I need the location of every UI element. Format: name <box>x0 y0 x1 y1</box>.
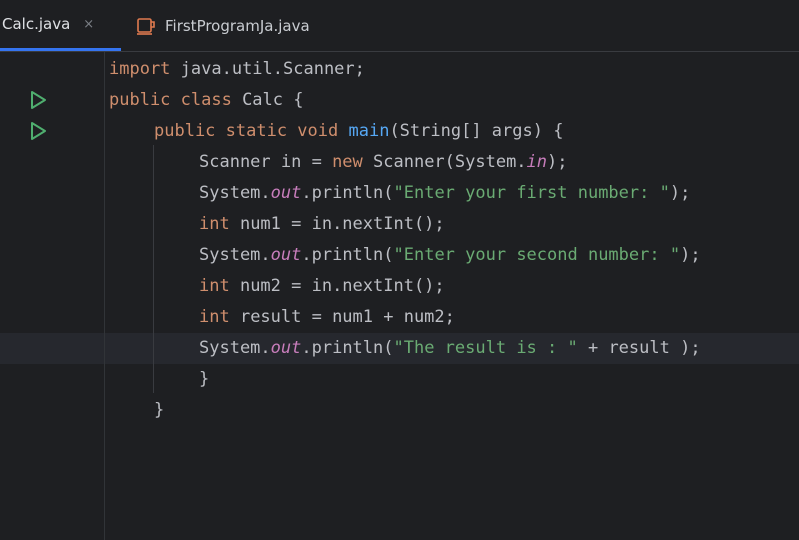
code-text: ); <box>669 183 691 203</box>
gutter-separator <box>104 52 105 540</box>
code-text: System. <box>199 338 271 358</box>
code-line[interactable]: System.out.println("The result is : " + … <box>199 333 701 364</box>
code-line[interactable]: } <box>154 395 164 426</box>
keyword: public class <box>109 90 232 110</box>
tab-first-program-java[interactable]: FirstProgramJa.java <box>137 0 357 51</box>
code-text: ); <box>680 245 701 265</box>
code-text: ); <box>547 152 568 172</box>
code-text: java.util.Scanner; <box>170 59 365 79</box>
static-field: out <box>270 245 302 265</box>
code-line[interactable]: import java.util.Scanner; <box>109 54 365 85</box>
code-line[interactable]: System.out.println("Enter your first num… <box>199 178 690 209</box>
code-text: System. <box>199 245 271 265</box>
code-text: (String[] args) { <box>389 121 564 141</box>
tab-label: Calc.java <box>2 15 71 33</box>
keyword: new <box>332 152 363 172</box>
code-line[interactable]: public static void main(String[] args) { <box>154 116 563 147</box>
java-cup-icon <box>137 17 155 35</box>
static-field: out <box>270 338 302 358</box>
run-icon[interactable] <box>28 121 48 141</box>
code-text: System. <box>199 183 271 203</box>
code-line[interactable]: int result = num1 + num2; <box>199 302 455 333</box>
code-line[interactable]: public class Calc { <box>109 85 303 116</box>
code-line[interactable]: System.out.println("Enter your second nu… <box>199 240 701 271</box>
method-name: main <box>348 121 390 141</box>
tab-calc-java[interactable]: Calc.java × <box>0 0 121 51</box>
code-line[interactable]: } <box>199 364 209 395</box>
code-text: Scanner in = <box>199 152 333 172</box>
editor-tab-bar: Calc.java × FirstProgramJa.java <box>0 0 799 52</box>
code-line[interactable]: int num1 = in.nextInt(); <box>199 209 445 240</box>
keyword: int <box>199 307 230 327</box>
run-icon[interactable] <box>28 90 48 110</box>
keyword: int <box>199 276 230 296</box>
code-line[interactable]: int num2 = in.nextInt(); <box>199 271 445 302</box>
string-literal: "The result is : " <box>393 338 578 358</box>
close-icon[interactable]: × <box>83 18 94 31</box>
code-text: Calc { <box>231 90 304 110</box>
code-text: .println( <box>301 245 394 265</box>
indent-guide <box>153 145 154 393</box>
string-literal: "Enter your second number: " <box>393 245 681 265</box>
ide-window: Calc.java × FirstProgramJa.java import j… <box>0 0 799 540</box>
code-line[interactable]: Scanner in = new Scanner(System.in); <box>199 147 568 178</box>
code-text: + result ); <box>577 338 701 358</box>
code-text: } <box>154 400 165 420</box>
code-text: } <box>199 369 210 389</box>
code-text: Scanner(System. <box>362 152 527 172</box>
static-field: out <box>270 183 302 203</box>
string-literal: "Enter your first number: " <box>393 183 670 203</box>
tab-label: FirstProgramJa.java <box>165 16 310 35</box>
code-text: num1 = in.nextInt(); <box>229 214 445 234</box>
code-editor[interactable]: import java.util.Scanner; public class C… <box>0 52 799 540</box>
code-text: .println( <box>301 183 394 203</box>
keyword: public static void <box>154 121 339 141</box>
code-text: .println( <box>301 338 394 358</box>
keyword: int <box>199 214 230 234</box>
keyword: import <box>109 59 171 79</box>
code-text: num2 = in.nextInt(); <box>229 276 445 296</box>
static-field: in <box>526 152 548 172</box>
code-text: result = num1 + num2; <box>229 307 455 327</box>
